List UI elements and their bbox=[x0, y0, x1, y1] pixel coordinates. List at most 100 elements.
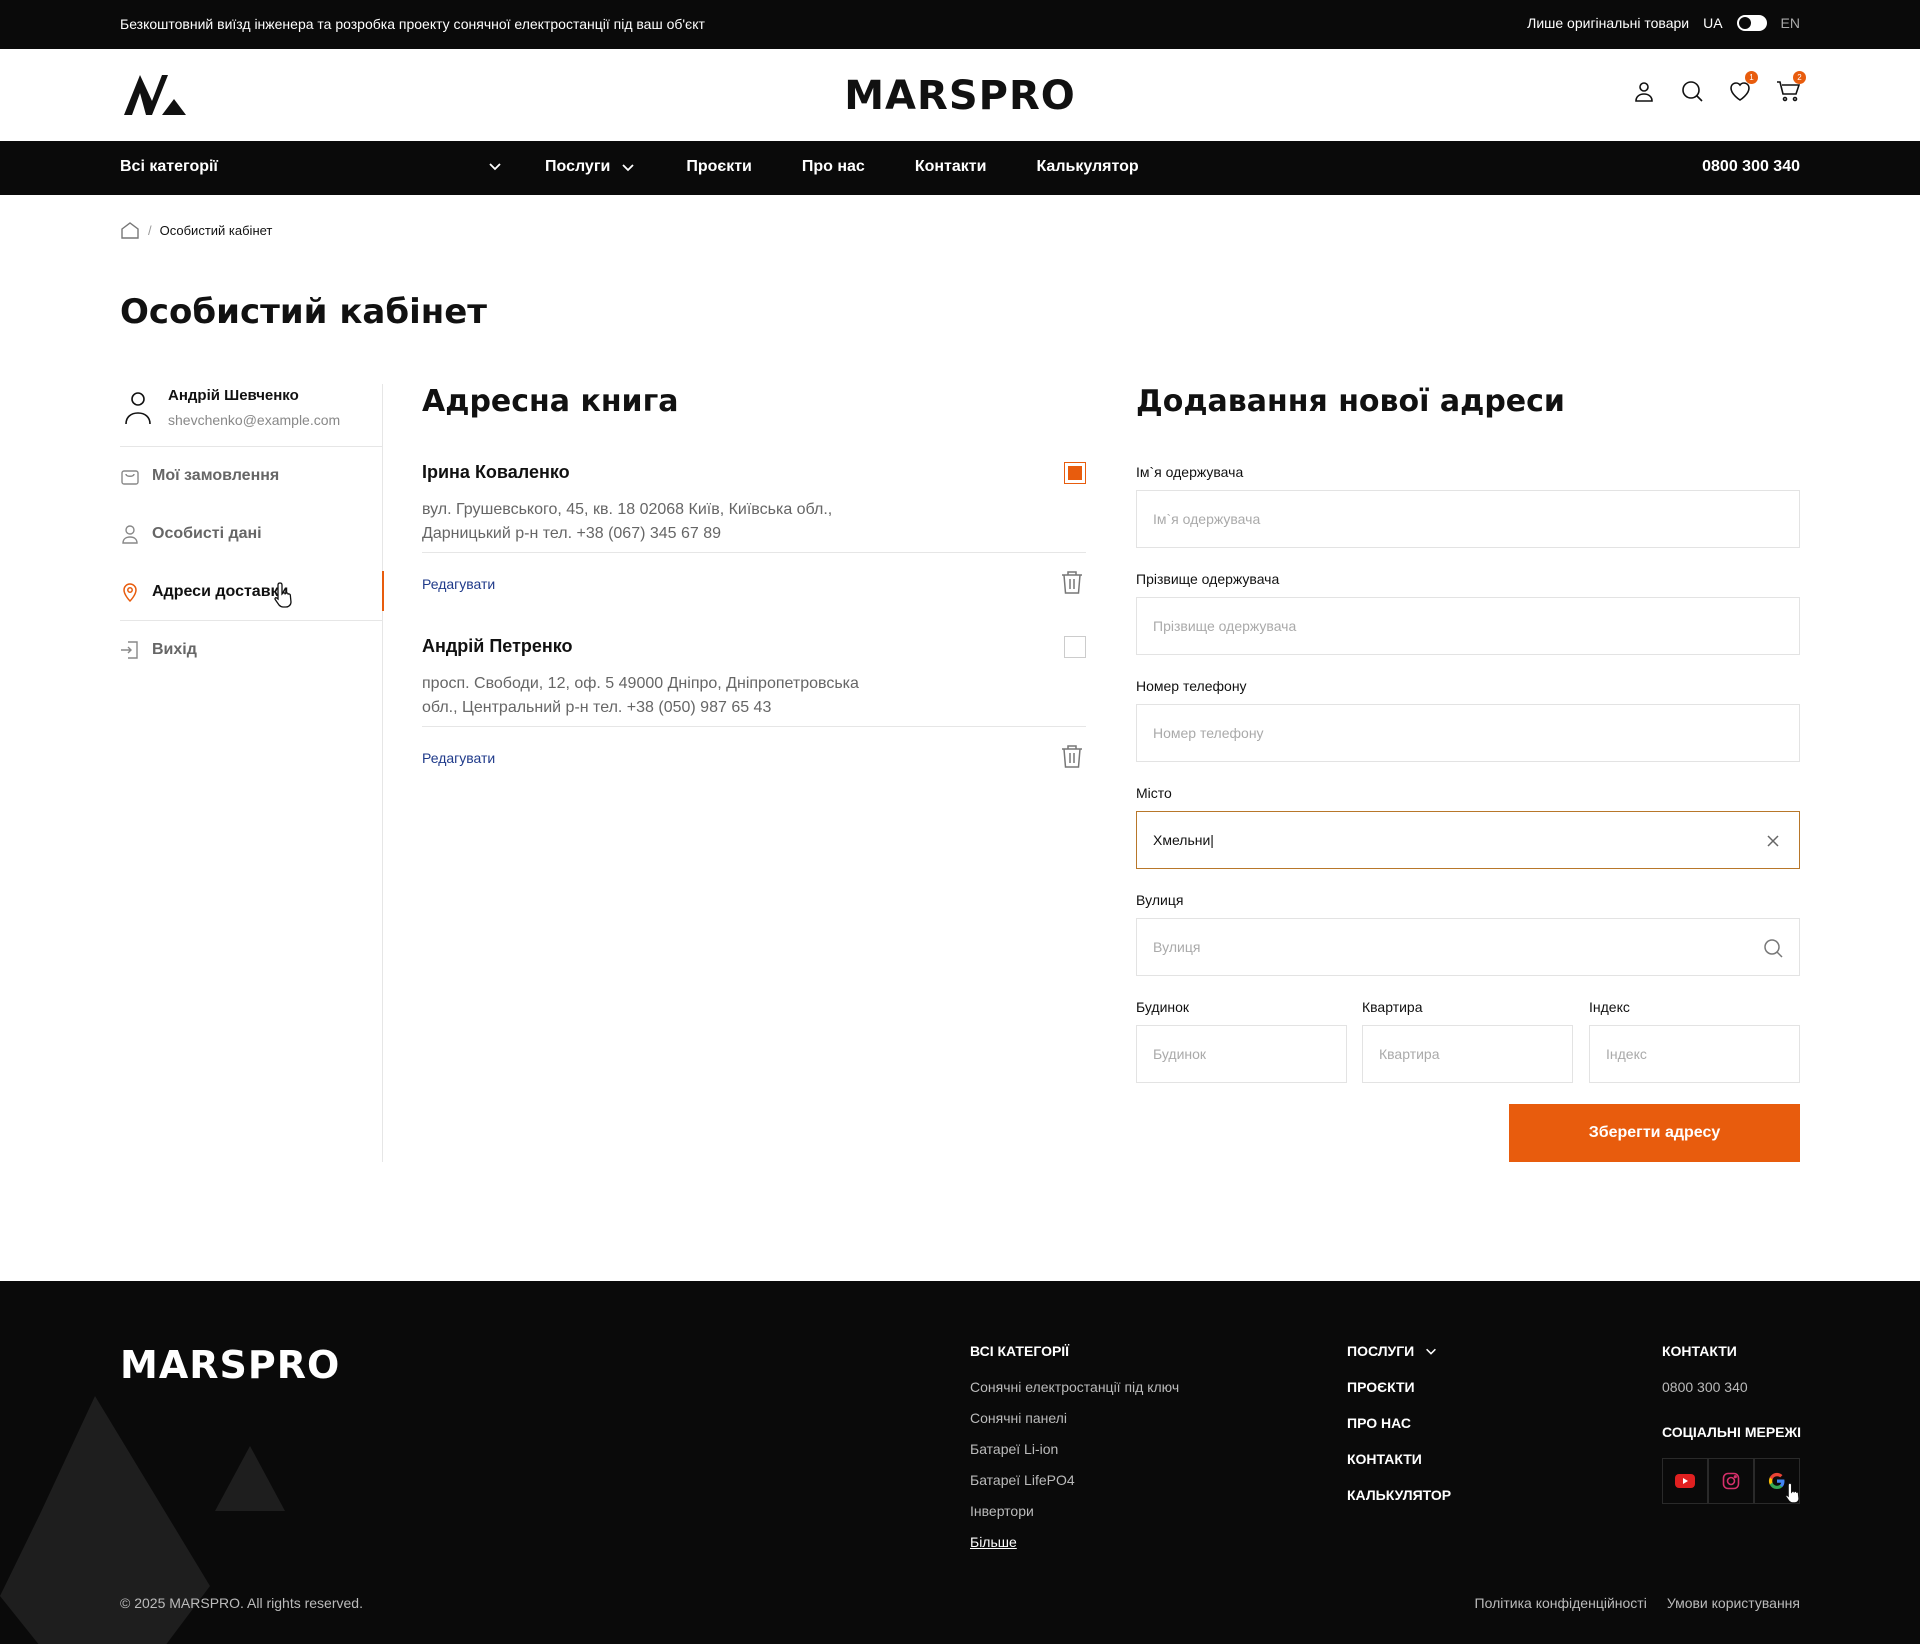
legal-links: Політика конфіденційності Умови користув… bbox=[1475, 1595, 1800, 1611]
active-indicator bbox=[382, 571, 384, 611]
footer-social-title: СОЦІАЛЬНІ МЕРЕЖІ bbox=[1662, 1424, 1802, 1440]
nav-item-label: Послуги bbox=[545, 158, 611, 175]
new-address-title: Додавання нової адреси bbox=[1136, 384, 1565, 419]
footer: MARSPRO ВСІ КАТЕГОРІЇ Сонячні електроста… bbox=[0, 1281, 1920, 1644]
footer-category-link[interactable]: Сонячні електростанції під ключ bbox=[970, 1379, 1179, 1395]
instagram-icon[interactable] bbox=[1708, 1458, 1754, 1504]
phone-label: Номер телефону bbox=[1136, 678, 1247, 694]
city-label: Місто bbox=[1136, 785, 1172, 801]
footer-categories-title: ВСІ КАТЕГОРІЇ bbox=[970, 1343, 1070, 1359]
copyright: © 2025 MARSPRO. All rights reserved. bbox=[120, 1595, 363, 1611]
sidebar-item-label: Мої замовлення bbox=[152, 467, 280, 484]
nav-item-about[interactable]: Про нас bbox=[802, 158, 865, 176]
footer-category-link[interactable]: Інвертори bbox=[970, 1503, 1034, 1519]
originals-link[interactable]: Лише оригінальні товари bbox=[1527, 15, 1689, 31]
breadcrumb-separator: / bbox=[148, 222, 152, 238]
user-email: shevchenko@example.com bbox=[168, 412, 341, 428]
cart-icon[interactable]: 2 bbox=[1776, 71, 1806, 103]
top-bar: Безкоштовний виїзд інженера та розробка … bbox=[0, 0, 1920, 49]
footer-contacts-phone[interactable]: 0800 300 340 bbox=[1662, 1379, 1748, 1395]
address-text: вул. Грушевського, 45, кв. 18 02068 Київ… bbox=[422, 501, 833, 542]
location-pin-icon bbox=[123, 582, 137, 602]
edit-address-link[interactable]: Редагувати bbox=[422, 576, 495, 592]
apartment-field[interactable]: Квартира bbox=[1362, 1025, 1573, 1083]
default-address-checkbox[interactable] bbox=[1064, 636, 1086, 658]
google-icon[interactable] bbox=[1754, 1458, 1800, 1504]
address-text: просп. Свободи, 12, оф. 5 49000 Дніпро, … bbox=[422, 675, 859, 716]
user-icon bbox=[122, 525, 138, 544]
social-links bbox=[1662, 1458, 1800, 1504]
chevron-down-icon[interactable] bbox=[487, 158, 503, 174]
default-address-checkbox[interactable] bbox=[1064, 462, 1086, 484]
language-toggle[interactable] bbox=[1736, 15, 1767, 31]
promo-text: Безкоштовний виїзд інженера та розробка … bbox=[120, 16, 705, 32]
city-field[interactable]: Хмельни| bbox=[1136, 811, 1800, 869]
trash-icon[interactable] bbox=[1058, 742, 1086, 770]
privacy-policy-link[interactable]: Політика конфіденційності bbox=[1475, 1595, 1647, 1611]
header: MARSPRO 1 2 bbox=[0, 49, 1920, 141]
sidebar-item-personal-data[interactable]: Особисті дані bbox=[120, 505, 383, 563]
sidebar-item-label: Адреси доставки bbox=[152, 582, 289, 600]
header-actions: 1 2 bbox=[1632, 71, 1806, 103]
divider bbox=[422, 552, 1086, 553]
city-value: Хмельни| bbox=[1153, 832, 1214, 848]
bag-icon bbox=[121, 470, 139, 485]
footer-menu-projects[interactable]: ПРОЄКТИ bbox=[1347, 1379, 1415, 1395]
youtube-icon[interactable] bbox=[1662, 1458, 1708, 1504]
search-icon[interactable] bbox=[1763, 938, 1783, 958]
street-field[interactable]: Вулиця bbox=[1136, 918, 1800, 976]
footer-category-link[interactable]: Батареї Li-ion bbox=[970, 1441, 1058, 1457]
divider bbox=[422, 726, 1086, 727]
last-name-field[interactable]: Прізвище одержувача bbox=[1136, 597, 1800, 655]
nav-item-services[interactable]: Послуги bbox=[545, 158, 636, 176]
trash-icon[interactable] bbox=[1058, 568, 1086, 596]
footer-menu-about[interactable]: ПРО НАС bbox=[1347, 1415, 1411, 1431]
account-icon[interactable] bbox=[1632, 79, 1656, 103]
footer-menu-calculator[interactable]: КАЛЬКУЛЯТОР bbox=[1347, 1487, 1451, 1503]
footer-more-link[interactable]: Більше bbox=[970, 1534, 1017, 1550]
wishlist-icon[interactable]: 1 bbox=[1728, 71, 1758, 103]
breadcrumb-current: Особистий кабінет bbox=[159, 222, 273, 238]
page-title: Особистий кабінет bbox=[120, 292, 487, 332]
street-label: Вулиця bbox=[1136, 892, 1184, 908]
all-categories-button[interactable]: Всі категорії bbox=[120, 158, 218, 176]
sidebar-item-label: Вихід bbox=[152, 641, 197, 658]
nav-phone[interactable]: 0800 300 340 bbox=[1702, 158, 1800, 176]
wishlist-count-badge: 1 bbox=[1745, 71, 1758, 84]
address-book-title: Адресна книга bbox=[422, 384, 679, 419]
zip-field[interactable]: Індекс bbox=[1589, 1025, 1800, 1083]
lang-ua[interactable]: UA bbox=[1703, 15, 1722, 31]
search-icon[interactable] bbox=[1680, 79, 1704, 103]
apartment-label: Квартира bbox=[1362, 999, 1423, 1015]
user-card: Андрій Шевченко shevchenko@example.com bbox=[120, 384, 383, 447]
first-name-label: Ім`я одержувача bbox=[1136, 464, 1244, 480]
lang-en[interactable]: EN bbox=[1781, 15, 1800, 31]
top-bar-right: Лише оригінальні товари UA EN bbox=[1527, 15, 1800, 31]
hand-pointer-cursor-icon bbox=[274, 582, 292, 608]
nav-item-projects[interactable]: Проєкти bbox=[686, 158, 752, 176]
nav-item-calculator[interactable]: Калькулятор bbox=[1036, 158, 1138, 176]
sidebar-item-orders[interactable]: Мої замовлення bbox=[120, 447, 383, 505]
hand-pointer-cursor-icon bbox=[1785, 1482, 1800, 1504]
chevron-down-icon bbox=[622, 164, 634, 172]
home-icon[interactable] bbox=[120, 220, 140, 240]
sidebar-item-logout[interactable]: Вихід bbox=[120, 621, 383, 679]
footer-menu-services[interactable]: ПОСЛУГИ bbox=[1347, 1343, 1438, 1359]
terms-link[interactable]: Умови користування bbox=[1667, 1595, 1800, 1611]
phone-field[interactable]: Номер телефону bbox=[1136, 704, 1800, 762]
logout-icon bbox=[121, 641, 138, 659]
account-sidebar: Андрій Шевченко shevchenko@example.com М… bbox=[120, 384, 384, 1162]
sidebar-item-delivery-addresses[interactable]: Адреси доставки bbox=[120, 563, 384, 621]
clear-icon[interactable] bbox=[1763, 831, 1783, 851]
house-field[interactable]: Будинок bbox=[1136, 1025, 1347, 1083]
first-name-field[interactable]: Ім`я одержувача bbox=[1136, 490, 1800, 548]
footer-category-link[interactable]: Батареї LifePO4 bbox=[970, 1472, 1075, 1488]
footer-menu-contacts[interactable]: КОНТАКТИ bbox=[1347, 1451, 1422, 1467]
street-placeholder: Вулиця bbox=[1153, 939, 1201, 955]
footer-brand-logo[interactable]: MARSPRO bbox=[120, 1343, 340, 1387]
footer-category-link[interactable]: Сонячні панелі bbox=[970, 1410, 1067, 1426]
edit-address-link[interactable]: Редагувати bbox=[422, 750, 495, 766]
footer-contacts-title: КОНТАКТИ bbox=[1662, 1343, 1737, 1359]
save-address-button[interactable]: Зберегти адресу bbox=[1509, 1104, 1800, 1162]
nav-item-contacts[interactable]: Контакти bbox=[915, 158, 987, 176]
